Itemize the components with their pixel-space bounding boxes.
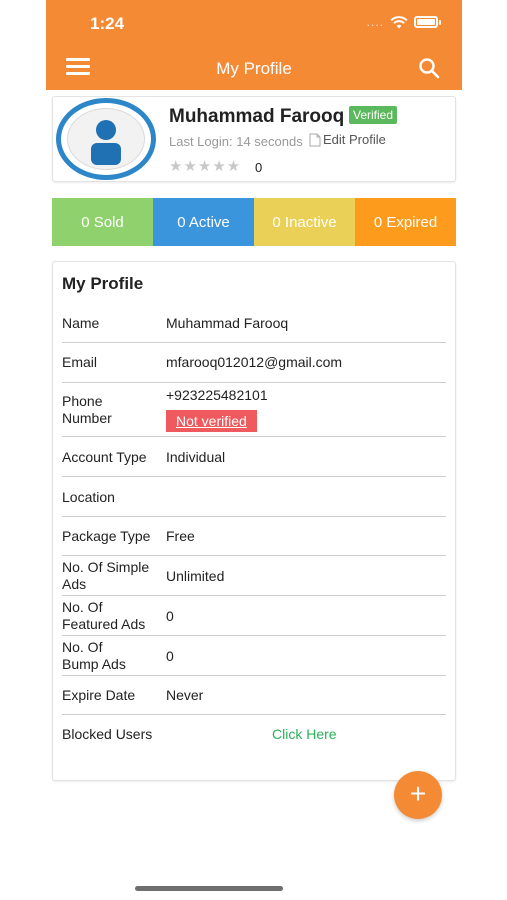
rating-count: 0 — [255, 160, 263, 175]
edit-profile-link[interactable]: Edit Profile — [309, 132, 386, 147]
stat-expired[interactable]: 0 Expired — [355, 198, 456, 246]
detail-row-email: Email mfarooq012012@gmail.com — [62, 343, 446, 383]
row-label: Expire Date — [62, 687, 136, 703]
detail-row-package-type: Package Type Free — [62, 517, 446, 556]
profile-summary-card: Muhammad Farooq Verified Last Login: 14 … — [52, 96, 456, 182]
app-screen: 1:24 .... My Profile Muhammad Farooq Ver… — [46, 0, 462, 900]
detail-row-featured-ads: No. Of Featured Ads 0 — [62, 596, 446, 636]
row-label: Account Type — [62, 449, 147, 465]
not-verified-button[interactable]: Not verified — [166, 410, 257, 432]
row-label: Email — [62, 354, 98, 370]
row-label: Blocked Users — [62, 726, 153, 742]
user-silhouette-icon — [91, 120, 121, 165]
home-indicator[interactable] — [135, 886, 283, 891]
detail-row-expire-date: Expire Date Never — [62, 676, 446, 715]
ad-stats-bar: 0 Sold 0 Active 0 Inactive 0 Expired — [52, 198, 456, 246]
signal-icon: .... — [366, 15, 384, 29]
row-value: Never — [166, 687, 204, 703]
row-label: No. Of Simple Ads — [62, 559, 150, 592]
verified-badge: Verified — [349, 106, 398, 124]
search-icon[interactable] — [418, 57, 440, 79]
detail-row-account-type: Account Type Individual — [62, 437, 446, 477]
profile-details-card: My Profile Name Muhammad Farooq Email mf… — [52, 261, 456, 781]
row-value: Unlimited — [166, 568, 225, 584]
user-name: Muhammad Farooq — [169, 106, 345, 127]
row-label: Package Type — [62, 528, 151, 544]
row-value: 0 — [166, 608, 174, 624]
row-value: 0 — [166, 648, 174, 664]
row-value: Free — [166, 528, 195, 544]
row-value: +923225482101 — [166, 387, 268, 403]
edit-document-icon — [309, 133, 321, 146]
app-header: 1:24 .... My Profile — [46, 0, 462, 90]
status-icons: .... — [366, 15, 441, 29]
detail-row-name: Name Muhammad Farooq — [62, 304, 446, 343]
rating-stars: ★★★★★ — [169, 158, 242, 175]
row-label: Name — [62, 315, 100, 331]
stat-sold[interactable]: 0 Sold — [52, 198, 153, 246]
row-value: mfarooq012012@gmail.com — [166, 354, 343, 370]
section-title: My Profile — [62, 274, 144, 293]
detail-row-location: Location — [62, 477, 446, 517]
detail-row-phone: Phone Number +923225482101 Not verified — [62, 383, 446, 437]
row-label: Phone Number — [62, 393, 112, 426]
row-value: Muhammad Farooq — [166, 315, 289, 331]
row-label: No. Of Bump Ads — [62, 639, 126, 672]
stat-inactive[interactable]: 0 Inactive — [254, 198, 355, 246]
stat-active[interactable]: 0 Active — [153, 198, 254, 246]
detail-row-blocked-users: Blocked Users Click Here — [62, 715, 446, 755]
last-login-text: Last Login: 14 seconds — [169, 134, 303, 149]
wifi-icon — [390, 15, 408, 28]
blocked-users-link[interactable]: Click Here — [272, 726, 337, 742]
row-label: Location — [62, 489, 115, 505]
avatar[interactable] — [56, 98, 156, 180]
page-title: My Profile — [216, 59, 292, 78]
row-label: No. Of Featured Ads — [62, 599, 146, 632]
row-value: Individual — [166, 449, 226, 465]
battery-icon — [414, 16, 441, 28]
edit-profile-label: Edit Profile — [323, 132, 386, 147]
detail-row-simple-ads: No. Of Simple Ads Unlimited — [62, 556, 446, 596]
detail-row-bump-ads: No. Of Bump Ads 0 — [62, 636, 446, 676]
status-time: 1:24 — [90, 14, 125, 33]
add-fab-button[interactable]: + — [394, 771, 442, 819]
